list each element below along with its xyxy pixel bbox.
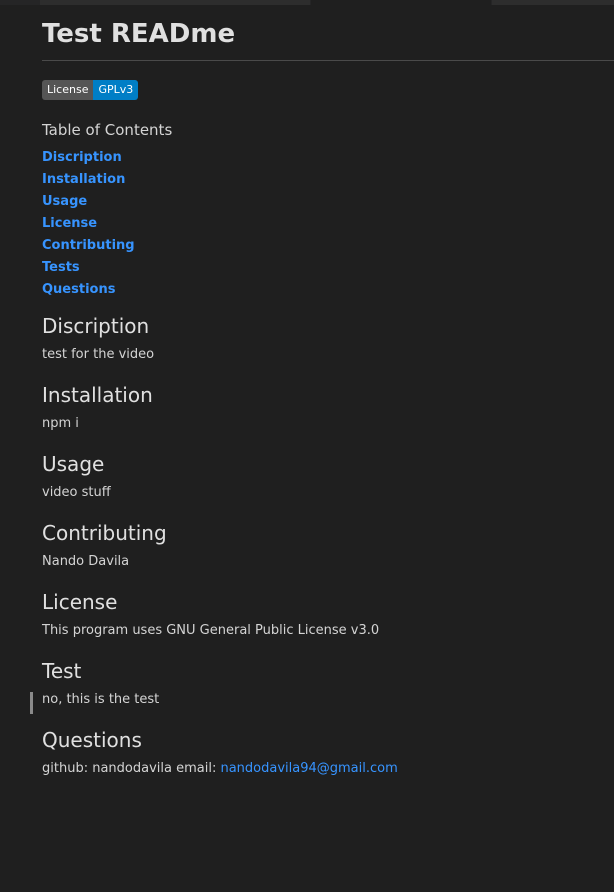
blockquote-bar bbox=[30, 692, 33, 714]
toc-item: Discription bbox=[42, 147, 135, 169]
section-heading: Usage bbox=[42, 452, 105, 476]
section-text: test for the video bbox=[42, 347, 155, 362]
blockquote: no, this is the test bbox=[30, 692, 160, 714]
section-text: video stuff bbox=[42, 485, 111, 500]
section-text: npm i bbox=[42, 416, 79, 431]
editor-tab[interactable] bbox=[40, 0, 310, 5]
section-installation: Installation npm i bbox=[42, 383, 153, 431]
section-questions: Questions github: nandodavila email: nan… bbox=[42, 728, 398, 776]
license-badge: License GPLv3 bbox=[42, 80, 139, 100]
toc-link-tests[interactable]: Tests bbox=[42, 260, 80, 275]
toc-link-installation[interactable]: Installation bbox=[42, 172, 125, 187]
section-usage: Usage video stuff bbox=[42, 452, 111, 500]
toc-link-license[interactable]: License bbox=[42, 216, 97, 231]
section-test: Test no, this is the test bbox=[30, 659, 160, 714]
toc-item: Usage bbox=[42, 191, 135, 213]
section-heading: Contributing bbox=[42, 521, 167, 545]
section-heading: Test bbox=[42, 659, 82, 683]
toc-item: Contributing bbox=[42, 235, 135, 257]
questions-text: github: nandodavila email: bbox=[42, 761, 221, 776]
toc-item: License bbox=[42, 213, 135, 235]
toc-item: Installation bbox=[42, 169, 135, 191]
table-of-contents: Discription Installation Usage License C… bbox=[42, 147, 135, 301]
toc-item: Questions bbox=[42, 279, 135, 301]
page-title: Test READme bbox=[42, 19, 236, 49]
section-heading: Questions bbox=[42, 728, 142, 752]
toc-link-discription[interactable]: Discription bbox=[42, 150, 122, 165]
section-contributing: Contributing Nando Davila bbox=[42, 521, 167, 569]
title-divider bbox=[42, 60, 614, 61]
section-license: License This program uses GNU General Pu… bbox=[42, 590, 379, 638]
section-text: This program uses GNU General Public Lic… bbox=[42, 623, 380, 638]
toc-link-contributing[interactable]: Contributing bbox=[42, 238, 135, 253]
badge-label: License bbox=[42, 80, 94, 100]
badge-value: GPLv3 bbox=[93, 80, 139, 100]
editor-tab-active[interactable] bbox=[311, 0, 491, 5]
email-link[interactable]: nandodavila94@gmail.com bbox=[220, 761, 397, 776]
section-text: github: nandodavila email: nandodavila94… bbox=[42, 761, 398, 776]
section-text: Nando Davila bbox=[42, 554, 130, 569]
editor-tab-bar bbox=[0, 0, 614, 5]
toc-link-questions[interactable]: Questions bbox=[42, 282, 115, 297]
section-heading: Installation bbox=[42, 383, 153, 407]
section-description: Discription test for the video bbox=[42, 314, 154, 362]
section-heading: Discription bbox=[42, 314, 150, 338]
toc-link-usage[interactable]: Usage bbox=[42, 194, 87, 209]
section-text: no, this is the test bbox=[42, 692, 160, 707]
section-heading: License bbox=[42, 590, 118, 614]
toc-heading: Table of Contents bbox=[42, 121, 173, 139]
toc-item: Tests bbox=[42, 257, 135, 279]
editor-tab[interactable] bbox=[492, 0, 614, 5]
